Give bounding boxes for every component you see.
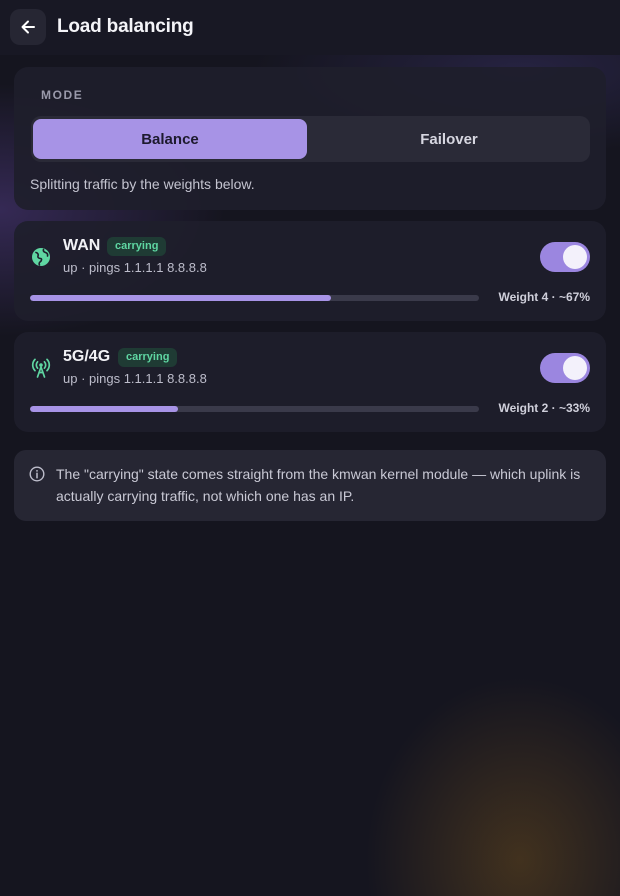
status-badge: carrying: [107, 237, 167, 256]
arrow-left-icon: [21, 20, 35, 34]
cell-tower-icon: [31, 358, 51, 378]
mode-selector: Balance Failover: [31, 116, 590, 162]
info-icon: [29, 466, 45, 482]
mode-description: Splitting traffic by the weights below.: [30, 176, 255, 192]
weight-label: Weight 4 · ~67%: [498, 290, 590, 304]
weight-bar: [30, 406, 479, 412]
info-note: The "carrying" state comes straight from…: [14, 450, 606, 521]
uplink-toggle-wan[interactable]: [540, 242, 590, 272]
uplink-toggle-5g[interactable]: [540, 353, 590, 383]
toggle-knob: [563, 356, 587, 380]
uplink-name: WAN: [63, 237, 101, 254]
top-bar: Load balancing: [0, 0, 620, 55]
weight-label: Weight 2 · ~33%: [498, 401, 590, 415]
toggle-knob: [563, 245, 587, 269]
mode-label: MODE: [41, 88, 84, 102]
back-button[interactable]: [10, 9, 46, 45]
uplink-name: 5G/4G: [63, 348, 111, 365]
uplink-card-wan: WAN carrying up · pings 1.1.1.1 8.8.8.8 …: [14, 221, 606, 321]
weight-bar-fill: [30, 406, 179, 412]
uplink-status: up · pings 1.1.1.1 8.8.8.8: [63, 371, 207, 386]
page-title: Load balancing: [57, 16, 194, 37]
globe-icon: [32, 248, 50, 266]
weight-bar-fill: [30, 295, 331, 301]
mode-option-balance[interactable]: Balance: [33, 119, 307, 159]
status-badge: carrying: [118, 348, 178, 367]
mode-card: MODE Balance Failover Splitting traffic …: [14, 67, 606, 210]
info-text: The "carrying" state comes straight from…: [56, 466, 581, 504]
uplink-status: up · pings 1.1.1.1 8.8.8.8: [63, 260, 207, 275]
uplink-card-5g: 5G/4G carrying up · pings 1.1.1.1 8.8.8.…: [14, 332, 606, 432]
weight-bar: [30, 295, 479, 301]
mode-option-failover[interactable]: Failover: [312, 119, 586, 159]
